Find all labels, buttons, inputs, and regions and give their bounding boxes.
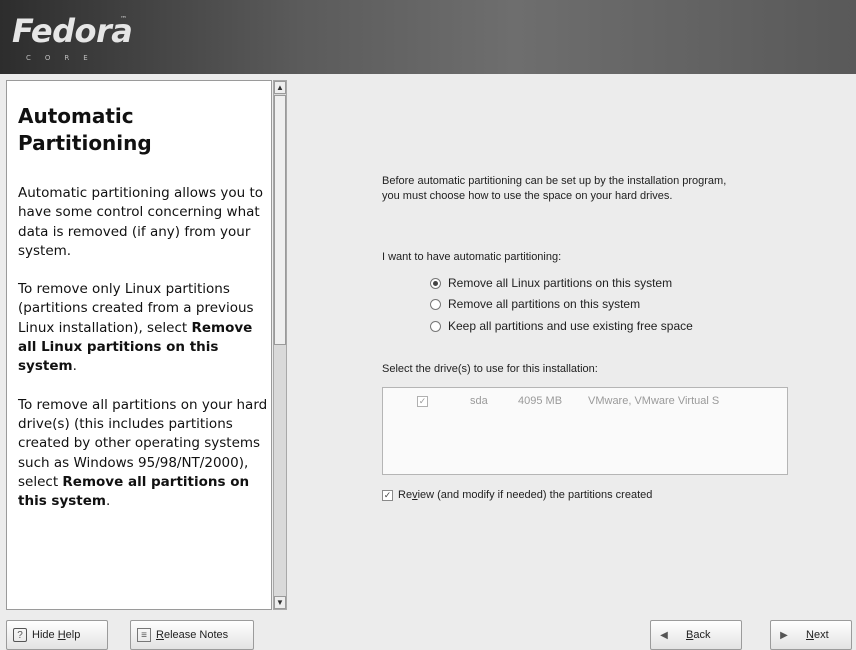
radio-label: Remove all partitions on this system <box>448 297 641 311</box>
review-label: Review (and modify if needed) the partit… <box>398 489 652 501</box>
release-notes-button[interactable]: ≡ Release Notes <box>130 620 254 650</box>
label-accel: R <box>156 629 164 641</box>
help-paragraph-2: To remove only Linux partitions (partiti… <box>18 280 271 376</box>
help-panel: Automatic Partitioning Automatic partiti… <box>6 80 272 610</box>
hide-help-button[interactable]: ? Hide Help <box>6 620 108 650</box>
next-label: Next <box>806 629 829 641</box>
drive-row[interactable]: ✓ sda 4095 MB VMware, VMware Virtual S <box>417 395 719 407</box>
intro-text: Before automatic partitioning can be set… <box>382 175 727 202</box>
scroll-down-icon[interactable]: ▼ <box>274 596 286 609</box>
drive-checkbox[interactable]: ✓ <box>417 395 428 407</box>
scroll-thumb[interactable] <box>274 95 286 345</box>
help-paragraph-3: To remove all partitions on your hard dr… <box>18 396 271 512</box>
label-part: Hide <box>32 629 58 641</box>
header-banner: Fedora ™ CORE <box>0 0 856 74</box>
radio-button-selected[interactable] <box>430 277 441 289</box>
help-title-line-2: Partitioning <box>18 131 152 155</box>
label-accel: N <box>806 629 814 641</box>
help-body: Automatic partitioning allows you to hav… <box>18 184 271 530</box>
help-title-line-1: Automatic <box>18 104 134 128</box>
drive-device: sda <box>470 395 488 407</box>
label-part: ext <box>813 629 829 641</box>
notes-icon: ≡ <box>137 628 151 642</box>
radio-label: Keep all partitions and use existing fre… <box>448 319 693 333</box>
help-p3-end: . <box>105 493 111 510</box>
help-icon: ? <box>13 628 27 642</box>
help-p2-end: . <box>72 358 77 375</box>
next-arrow-icon: ▶ <box>780 629 788 641</box>
radio-remove-linux[interactable]: Remove all Linux partitions on this syst… <box>430 275 672 291</box>
back-arrow-icon: ◀ <box>660 629 668 641</box>
help-paragraph-1: Automatic partitioning allows you to hav… <box>18 185 264 259</box>
scroll-up-icon[interactable]: ▲ <box>274 81 286 94</box>
drive-model: VMware, VMware Virtual S <box>588 395 720 407</box>
back-button[interactable]: ◀ Back <box>650 620 742 650</box>
radio-label: Remove all Linux partitions on this syst… <box>448 276 673 290</box>
radio-remove-all[interactable]: Remove all partitions on this system <box>430 296 640 312</box>
back-label: Back <box>686 629 710 641</box>
release-notes-label: Release Notes <box>156 629 228 641</box>
drive-select-label: Select the drive(s) to use for this inst… <box>382 363 598 375</box>
logo-trademark: ™ <box>120 15 127 23</box>
next-button[interactable]: ▶ Next <box>770 620 852 650</box>
radio-button[interactable] <box>430 298 441 310</box>
label-accel: H <box>57 629 66 641</box>
review-label-part: Re <box>398 489 413 501</box>
main-content: Before automatic partitioning can be set… <box>296 80 852 610</box>
radio-keep-all[interactable]: Keep all partitions and use existing fre… <box>430 318 693 334</box>
review-option[interactable]: ✓ Review (and modify if needed) the part… <box>382 489 652 501</box>
label-part: elp <box>65 629 81 641</box>
review-label-part: iew (and modify if needed) the partition… <box>417 489 653 501</box>
label-part: ack <box>693 629 711 641</box>
review-checkbox[interactable]: ✓ <box>382 489 393 501</box>
logo-core-text: CORE <box>26 54 102 62</box>
help-scrollbar[interactable]: ▲ ▼ <box>273 80 287 610</box>
hide-help-label: Hide Help <box>32 629 80 641</box>
fedora-logo: Fedora <box>12 12 133 50</box>
partitioning-question: I want to have automatic partitioning: <box>382 251 562 263</box>
drive-list[interactable]: ✓ sda 4095 MB VMware, VMware Virtual S <box>382 387 788 475</box>
label-part: elease Notes <box>163 629 229 641</box>
radio-button[interactable] <box>430 320 441 332</box>
help-title: Automatic Partitioning <box>18 103 258 157</box>
drive-size: 4095 MB <box>518 395 563 407</box>
